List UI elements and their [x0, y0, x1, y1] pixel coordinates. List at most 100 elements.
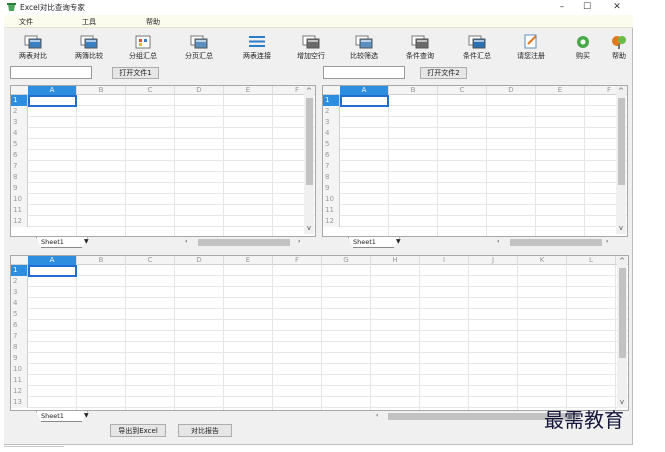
grid1-col-header[interactable]: B [77, 86, 126, 95]
grid1-col-header[interactable]: D [175, 86, 224, 95]
grid2-scroll-right-icon[interactable]: › [606, 237, 608, 247]
grid2-active-cell[interactable] [340, 95, 389, 107]
grid1-col-header[interactable]: C [126, 86, 175, 95]
grid3-row-header[interactable]: 2 [11, 276, 28, 287]
menu-help[interactable]: 帮助 [146, 17, 160, 27]
grid-file2[interactable]: A B C D E F 1 2 3 4 5 6 7 8 9 10 11 12 ^ v [322, 85, 628, 237]
grid3-row-header[interactable]: 1 [11, 265, 28, 276]
grid3-col-header[interactable]: G [322, 256, 371, 265]
toolbar-button-6[interactable]: 增加空行 [284, 31, 338, 65]
toolbar-button-5[interactable]: 两表连接 [230, 31, 284, 65]
grid1-row-header[interactable]: 1 [11, 95, 28, 106]
minimize-button[interactable]: – [555, 1, 569, 13]
grid2-row-header[interactable]: 8 [323, 172, 340, 183]
toolbar-button-3[interactable]: 分组汇总 [116, 31, 170, 65]
file1-path-input[interactable] [10, 66, 92, 79]
scroll-down-icon[interactable]: v [304, 224, 314, 232]
grid2-col-header[interactable]: D [487, 86, 536, 95]
grid3-row-header[interactable]: 5 [11, 309, 28, 320]
scroll-down-icon[interactable]: v [616, 224, 626, 232]
grid3-col-header[interactable]: I [420, 256, 469, 265]
grid2-hscroll-thumb[interactable] [510, 239, 602, 246]
close-button[interactable]: ✕ [610, 1, 624, 13]
grid-file1[interactable]: A B C D E F 1 2 3 4 5 6 7 8 9 10 11 12 ^ v [10, 85, 316, 237]
scroll-up-icon[interactable]: ^ [617, 257, 627, 265]
grid1-row-header[interactable]: 3 [11, 117, 28, 128]
grid2-col-header[interactable]: A [340, 86, 389, 95]
grid1-scroll-left-icon[interactable]: ‹ [185, 237, 187, 247]
grid1-row-header[interactable]: 6 [11, 150, 28, 161]
export-excel-button[interactable]: 导出到Excel [110, 424, 166, 437]
grid3-row-header[interactable]: 11 [11, 375, 28, 386]
grid3-row-header[interactable]: 7 [11, 331, 28, 342]
grid3-row-header[interactable]: 3 [11, 287, 28, 298]
grid3-row-header[interactable]: 10 [11, 364, 28, 375]
grid2-row-header[interactable]: 5 [323, 139, 340, 150]
grid1-col-header[interactable]: E [224, 86, 273, 95]
toolbar-button-7[interactable]: 比较筛选 [337, 31, 391, 65]
grid1-sheet-dropdown-icon[interactable]: ▼ [84, 237, 89, 247]
grid3-row-header[interactable]: 8 [11, 342, 28, 353]
grid3-row-header[interactable]: 12 [11, 386, 28, 397]
grid3-row-header[interactable]: 13 [11, 397, 28, 408]
toolbar-button-9[interactable]: 条件汇总 [450, 31, 504, 65]
menu-tools[interactable]: 工具 [82, 17, 96, 27]
toolbar-button-1[interactable]: 两表对比 [6, 31, 60, 65]
compare-report-button[interactable]: 对比报告 [178, 424, 232, 437]
file2-path-input[interactable] [323, 66, 405, 79]
grid3-col-header[interactable]: B [77, 256, 126, 265]
grid1-row-header[interactable]: 12 [11, 216, 28, 227]
grid3-row-header[interactable]: 4 [11, 298, 28, 309]
grid3-sheet-tab[interactable]: Sheet1 [36, 411, 88, 422]
grid3-col-header[interactable]: D [175, 256, 224, 265]
grid3-vertical-scrollbar[interactable]: ^ v [617, 256, 627, 408]
grid2-row-header[interactable]: 4 [323, 128, 340, 139]
grid2-row-header[interactable]: 3 [323, 117, 340, 128]
scroll-up-icon[interactable]: ^ [304, 87, 314, 95]
grid3-col-header[interactable]: J [469, 256, 518, 265]
toolbar-button-12[interactable]: 帮助 [600, 31, 638, 65]
grid3-col-header[interactable]: C [126, 256, 175, 265]
grid1-row-header[interactable]: 5 [11, 139, 28, 150]
open-file2-button[interactable]: 打开文件2 [420, 67, 467, 79]
grid2-sheet-tab[interactable]: Sheet1 [348, 237, 400, 248]
grid1-row-header[interactable]: 7 [11, 161, 28, 172]
grid3-row-header[interactable]: 6 [11, 320, 28, 331]
toolbar-button-10[interactable]: 请您注册 [504, 31, 558, 65]
grid2-row-header[interactable]: 11 [323, 205, 340, 216]
grid1-scroll-right-icon[interactable]: › [298, 237, 300, 247]
toolbar-button-4[interactable]: 分页汇总 [172, 31, 226, 65]
grid2-row-header[interactable]: 6 [323, 150, 340, 161]
grid1-row-header[interactable]: 9 [11, 183, 28, 194]
grid3-col-header[interactable]: L [567, 256, 616, 265]
grid3-col-header[interactable]: H [371, 256, 420, 265]
maximize-button[interactable]: ☐ [580, 1, 594, 13]
scroll-thumb[interactable] [618, 98, 625, 185]
grid3-col-header[interactable]: E [224, 256, 273, 265]
grid2-row-header[interactable]: 12 [323, 216, 340, 227]
grid1-sheet-tab[interactable]: Sheet1 [36, 237, 88, 248]
grid2-row-header[interactable]: 1 [323, 95, 340, 106]
grid1-row-header[interactable]: 2 [11, 106, 28, 117]
scroll-thumb[interactable] [619, 268, 626, 358]
grid1-vertical-scrollbar[interactable]: ^ v [304, 86, 314, 234]
scroll-up-icon[interactable]: ^ [616, 87, 626, 95]
grid1-hscroll-thumb[interactable] [198, 239, 290, 246]
grid-result[interactable]: A B C D E F G H I J K L 1 2 3 4 5 6 7 8 9 10 11 12 13 ^ v [10, 255, 629, 411]
open-file1-button[interactable]: 打开文件1 [112, 67, 159, 79]
grid2-row-header[interactable]: 2 [323, 106, 340, 117]
grid3-active-cell[interactable] [28, 265, 77, 277]
toolbar-button-8[interactable]: 条件查询 [393, 31, 447, 65]
menu-file[interactable]: 文件 [19, 17, 33, 27]
grid2-row-header[interactable]: 7 [323, 161, 340, 172]
grid1-row-header[interactable]: 4 [11, 128, 28, 139]
toolbar-button-2[interactable]: 两簿比较 [62, 31, 116, 65]
grid1-row-header[interactable]: 11 [11, 205, 28, 216]
grid2-row-header[interactable]: 9 [323, 183, 340, 194]
grid2-vertical-scrollbar[interactable]: ^ v [616, 86, 626, 234]
grid2-col-header[interactable]: B [389, 86, 438, 95]
grid1-row-header[interactable]: 8 [11, 172, 28, 183]
grid1-active-cell[interactable] [28, 95, 77, 107]
grid2-row-header[interactable]: 10 [323, 194, 340, 205]
grid3-col-header[interactable]: K [518, 256, 567, 265]
